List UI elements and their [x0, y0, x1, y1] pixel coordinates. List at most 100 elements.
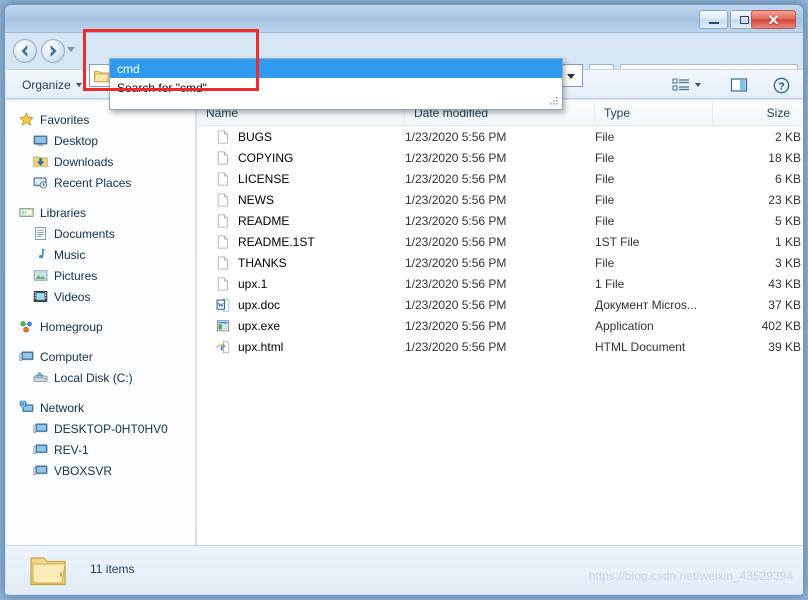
preview-pane-button[interactable] [730, 74, 748, 96]
file-name-cell: README [215, 210, 289, 231]
file-type-cell: Документ Micros... [595, 297, 697, 312]
plain-file-icon [215, 129, 231, 145]
sidebar-item-favorites[interactable]: Favorites [6, 109, 195, 130]
file-type-cell: Application [595, 318, 654, 333]
sidebar-item-local-disk[interactable]: Local Disk (C:) [6, 367, 195, 388]
file-date-cell: 1/23/2020 5:56 PM [405, 129, 507, 144]
sidebar-label: Local Disk (C:) [54, 370, 133, 385]
sidebar-label: Libraries [40, 205, 87, 220]
recent-pages-button[interactable] [67, 47, 75, 52]
sidebar-item-computer[interactable]: Computer [6, 346, 195, 367]
file-date-cell: 1/23/2020 5:56 PM [405, 213, 507, 228]
sidebar-item-music[interactable]: Music [6, 244, 195, 265]
file-name-cell: LICENSE [215, 168, 289, 189]
sidebar-item-homegroup[interactable]: Homegroup [6, 316, 195, 337]
svg-text:W: W [217, 301, 224, 308]
plain-file-icon [215, 234, 231, 250]
file-date-cell: 1/23/2020 5:56 PM [405, 339, 507, 354]
file-date-cell: 1/23/2020 5:56 PM [405, 171, 507, 186]
downloads-icon [32, 154, 48, 170]
file-name: NEWS [238, 192, 274, 207]
sidebar-item-rev-1[interactable]: REV-1 [6, 439, 195, 460]
sidebar-item-documents[interactable]: Documents [6, 223, 195, 244]
sidebar-label: Documents [54, 226, 115, 241]
column-header-size[interactable]: Size [713, 100, 803, 126]
autocomplete-item-cmd[interactable]: cmd [110, 59, 562, 78]
file-size-cell: 5 KB [774, 213, 801, 228]
table-row[interactable]: NEWS 1/23/2020 5:56 PM File 23 KB [197, 189, 803, 210]
help-button[interactable]: ? [773, 74, 790, 96]
file-size-cell: 18 KB [768, 150, 801, 165]
sidebar-group-homegroup: Homegroup [6, 316, 195, 337]
plain-file-icon [215, 171, 231, 187]
sidebar-label: DESKTOP-0HT0HV0 [54, 421, 168, 436]
file-name-cell: W upx.doc [215, 294, 280, 315]
sidebar-label: Network [40, 400, 85, 415]
file-name-cell: upx.exe [215, 315, 280, 336]
title-bar: ✕ [5, 5, 803, 33]
table-row[interactable]: upx.1 1/23/2020 5:56 PM 1 File 43 KB [197, 273, 803, 294]
file-size-cell: 37 KB [768, 297, 801, 312]
file-type-cell: File [595, 129, 615, 144]
table-row[interactable]: README 1/23/2020 5:56 PM File 5 KB [197, 210, 803, 231]
folder-icon [28, 552, 68, 593]
table-row[interactable]: BUGS 1/23/2020 5:56 PM File 2 KB [197, 126, 803, 147]
help-icon: ? [773, 77, 790, 93]
table-row[interactable]: LICENSE 1/23/2020 5:56 PM File 6 KB [197, 168, 803, 189]
sidebar-item-network[interactable]: Network [6, 397, 195, 418]
file-name: upx.html [238, 339, 284, 354]
sidebar-label: Computer [40, 349, 93, 364]
change-view-button[interactable] [672, 74, 701, 96]
file-list: BUGS 1/23/2020 5:56 PM File 2 KB COPYING [197, 126, 803, 357]
table-row[interactable]: THANKS 1/23/2020 5:56 PM File 3 KB [197, 252, 803, 273]
sidebar-item-recent-places[interactable]: Recent Places [6, 172, 195, 193]
sidebar-item-videos[interactable]: Videos [6, 286, 195, 307]
file-name: THANKS [238, 255, 287, 270]
close-button[interactable]: ✕ [751, 10, 796, 29]
word-doc-icon: W [215, 297, 231, 313]
sidebar-item-downloads[interactable]: Downloads [6, 151, 195, 172]
item-count-label: 11 items [90, 562, 135, 576]
computer-icon [32, 442, 48, 458]
sidebar-item-desktop-0ht0hv0[interactable]: DESKTOP-0HT0HV0 [6, 418, 195, 439]
file-date-cell: 1/23/2020 5:56 PM [405, 318, 507, 333]
desktop-icon [32, 133, 48, 149]
file-type-cell: 1ST File [595, 234, 640, 249]
table-row[interactable]: COPYING 1/23/2020 5:56 PM File 18 KB [197, 147, 803, 168]
file-name: README [238, 213, 290, 228]
table-row[interactable]: upx.exe 1/23/2020 5:56 PM Application 40… [197, 315, 803, 336]
file-size-cell: 23 KB [768, 192, 801, 207]
back-arrow-icon [21, 45, 28, 57]
file-name: README.1ST [238, 234, 315, 249]
sidebar-item-pictures[interactable]: Pictures [6, 265, 195, 286]
file-date-cell: 1/23/2020 5:56 PM [405, 192, 507, 207]
file-type-cell: File [595, 171, 615, 186]
sidebar-item-libraries[interactable]: Libraries [6, 202, 195, 223]
file-date-cell: 1/23/2020 5:56 PM [405, 297, 507, 312]
autocomplete-item-search-for[interactable]: Search for "cmd" [110, 78, 562, 97]
sidebar-item-desktop[interactable]: Desktop [6, 130, 195, 151]
file-type-cell: File [595, 192, 615, 207]
plain-file-icon [215, 276, 231, 292]
computer-icon [18, 349, 34, 365]
organize-button[interactable]: Organize [16, 75, 88, 95]
plain-file-icon [215, 192, 231, 208]
computer-icon [32, 463, 48, 479]
svg-text:?: ? [778, 81, 784, 92]
column-header-type[interactable]: Type [595, 100, 713, 126]
sidebar-item-vboxsvr[interactable]: VBOXSVR [6, 460, 195, 481]
file-name-cell: README.1ST [215, 231, 315, 252]
videos-icon [32, 289, 48, 305]
forward-button[interactable] [41, 39, 65, 63]
back-button[interactable] [13, 39, 37, 63]
navigation-sidebar[interactable]: Favorites Desktop Downloads Recent Place… [6, 100, 196, 547]
plain-file-icon [215, 213, 231, 229]
resize-grip-icon[interactable] [548, 95, 560, 107]
chevron-down-icon[interactable] [567, 74, 575, 79]
table-row[interactable]: W upx.doc 1/23/2020 5:56 PM Документ Mic… [197, 294, 803, 315]
address-autocomplete-dropdown[interactable]: cmd Search for "cmd" [109, 58, 563, 110]
plain-file-icon [215, 255, 231, 271]
table-row[interactable]: README.1ST 1/23/2020 5:56 PM 1ST File 1 … [197, 231, 803, 252]
minimize-button[interactable] [699, 10, 728, 29]
table-row[interactable]: e upx.html 1/23/2020 5:56 PM HTML Docume… [197, 336, 803, 357]
